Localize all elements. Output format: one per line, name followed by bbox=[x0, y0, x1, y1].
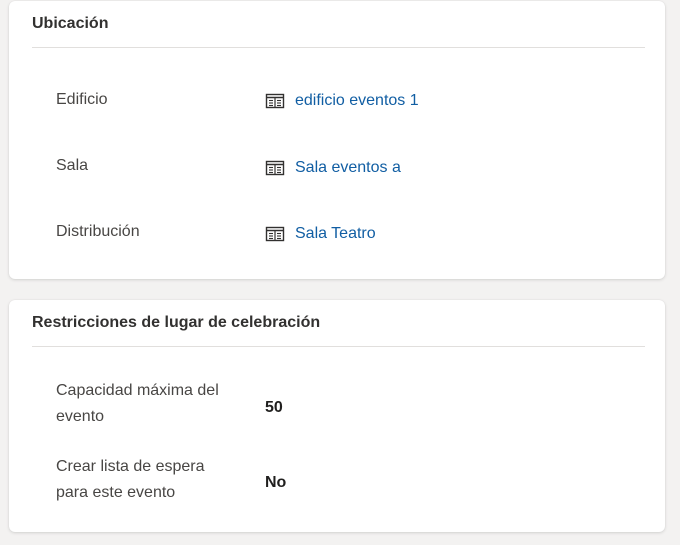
restricciones-section: Restricciones de lugar de celebración Ca… bbox=[9, 300, 665, 532]
edificio-link[interactable]: edificio eventos 1 bbox=[265, 92, 419, 110]
sala-value[interactable]: Sala eventos a bbox=[295, 159, 401, 177]
distribucion-label: Distribución bbox=[56, 223, 140, 240]
capacidad-label: Capacidad máxima del evento bbox=[56, 378, 219, 430]
sala-label: Sala bbox=[56, 157, 89, 174]
edificio-value[interactable]: edificio eventos 1 bbox=[295, 92, 419, 110]
building-record-icon bbox=[265, 160, 285, 176]
distribucion-link[interactable]: Sala Teatro bbox=[265, 225, 376, 243]
capacidad-label-line2: evento bbox=[56, 408, 105, 425]
sala-link[interactable]: Sala eventos a bbox=[265, 159, 401, 177]
building-record-icon bbox=[265, 93, 285, 109]
lista-espera-label-line1: Crear lista de espera bbox=[56, 458, 205, 475]
ubicacion-section: Ubicación Edificio edificio eventos 1 Sa… bbox=[9, 1, 665, 279]
lista-espera-value: No bbox=[265, 474, 287, 491]
lista-espera-label: Crear lista de espera para este evento bbox=[56, 454, 205, 506]
distribucion-value[interactable]: Sala Teatro bbox=[295, 225, 376, 243]
capacidad-label-line1: Capacidad máxima del bbox=[56, 382, 219, 399]
edificio-label: Edificio bbox=[56, 91, 108, 108]
lista-espera-label-line2: para este evento bbox=[56, 484, 176, 501]
building-record-icon bbox=[265, 226, 285, 242]
section-header: Ubicación bbox=[32, 1, 645, 48]
capacidad-value: 50 bbox=[265, 399, 283, 416]
section-header: Restricciones de lugar de celebración bbox=[32, 300, 645, 347]
section-title: Ubicación bbox=[32, 15, 109, 32]
section-title: Restricciones de lugar de celebración bbox=[32, 314, 321, 331]
